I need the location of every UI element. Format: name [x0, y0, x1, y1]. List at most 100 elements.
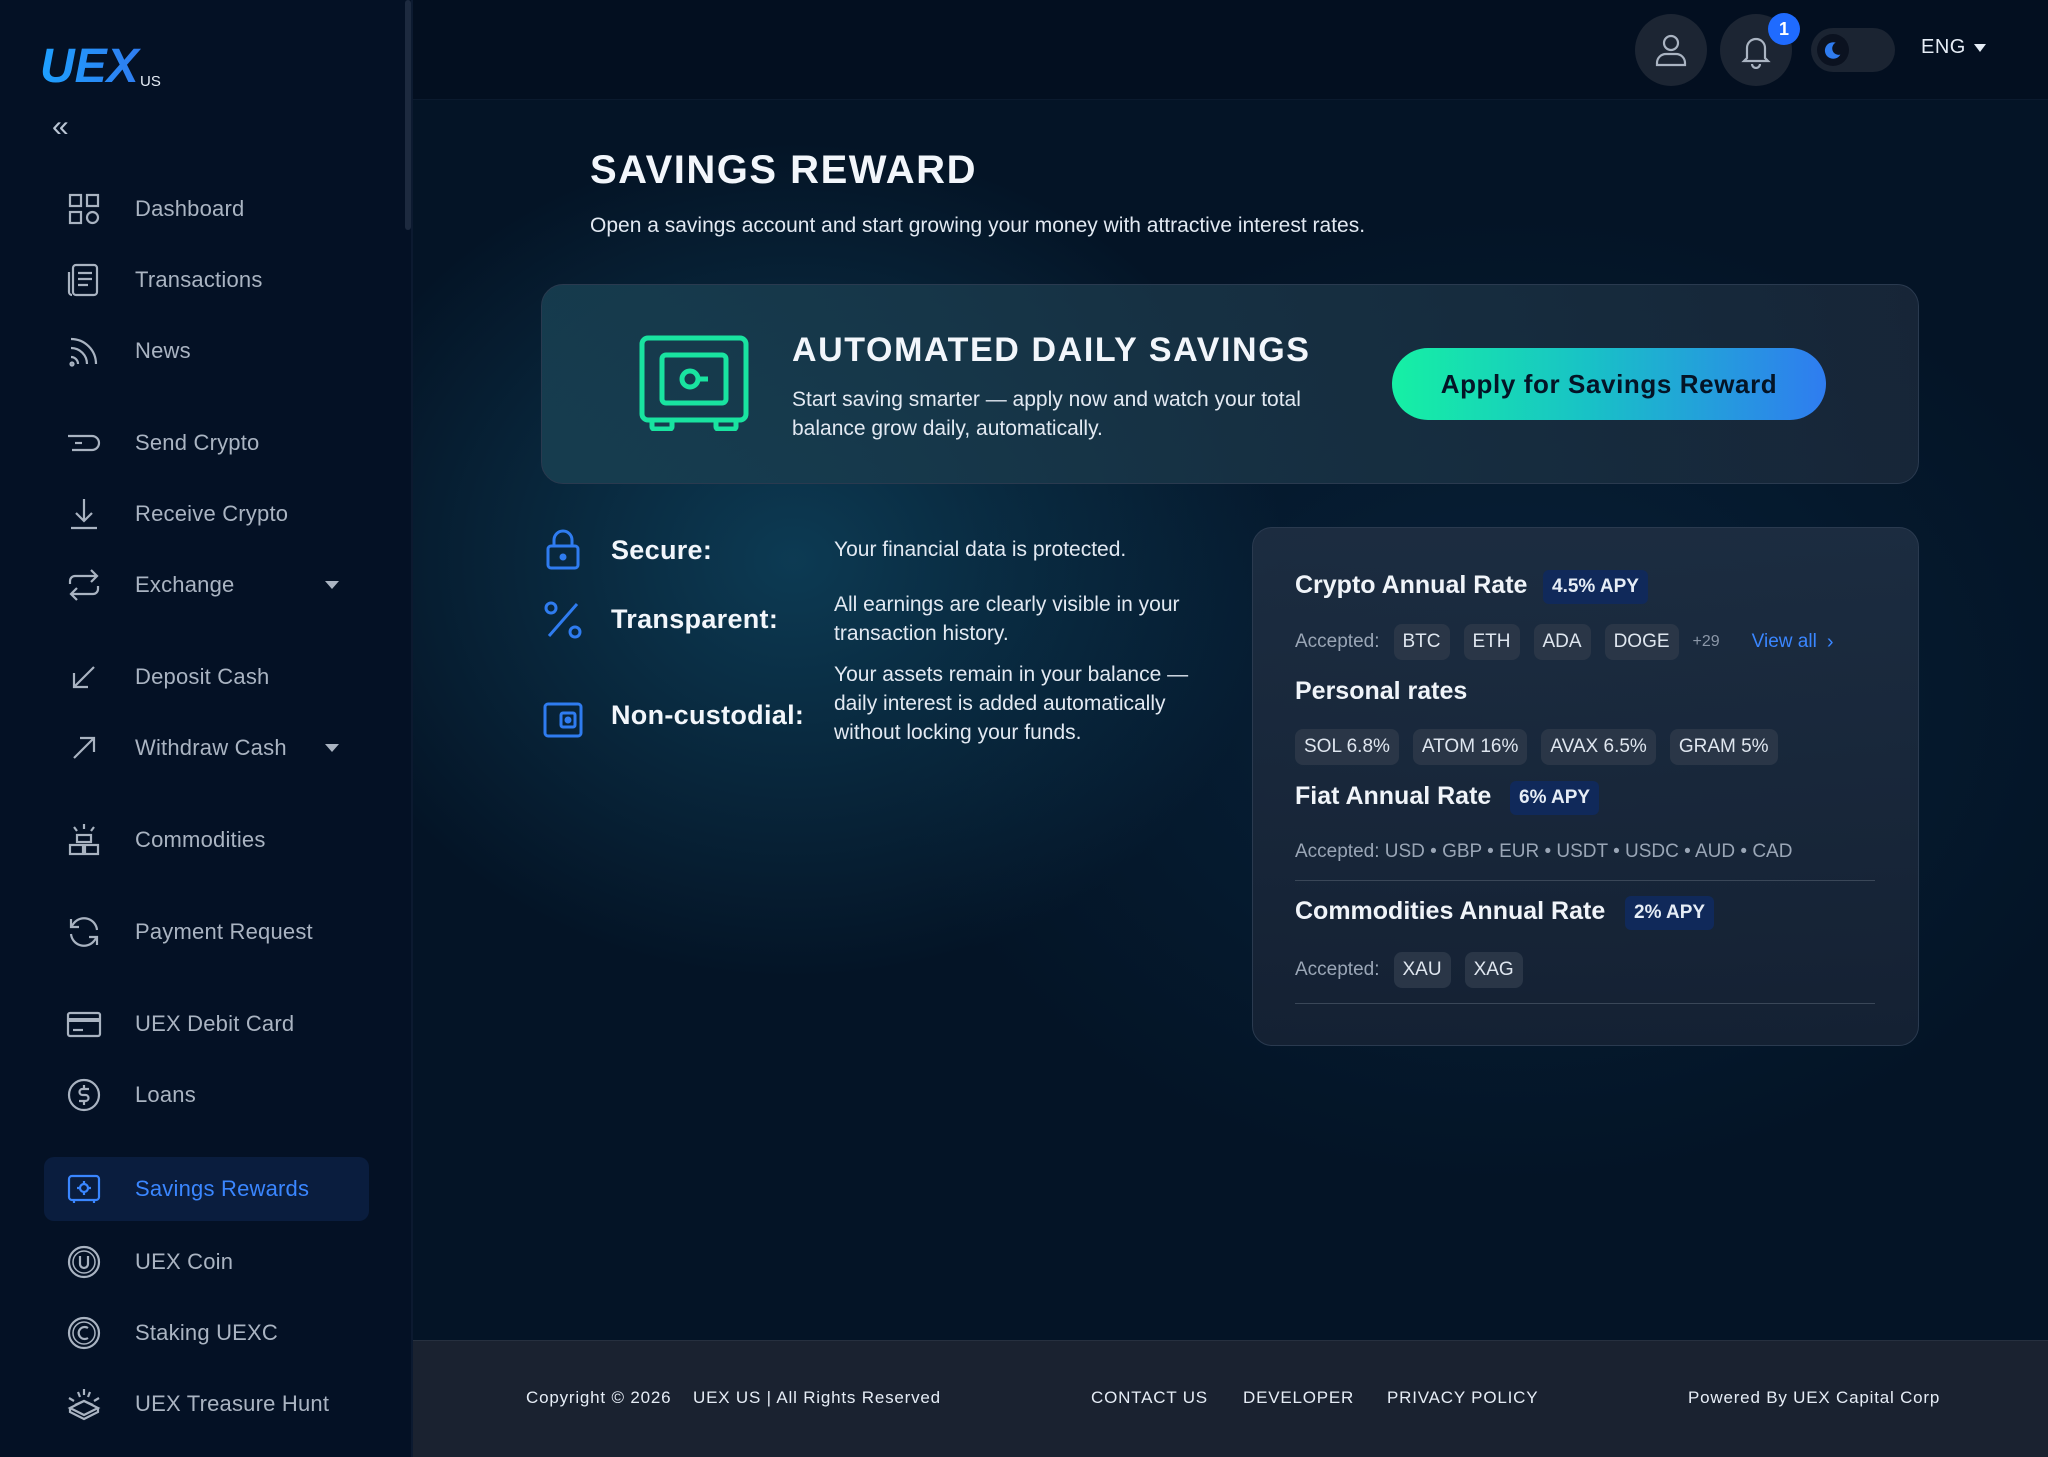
chevron-down-icon[interactable] [325, 744, 339, 752]
copyright-coin-icon [64, 1313, 104, 1353]
notification-badge: 1 [1768, 13, 1800, 45]
uex-logo[interactable]: UEX US [40, 38, 170, 93]
view-all-label: View all [1751, 631, 1817, 652]
exchange-icon [64, 565, 104, 605]
feature-description: All earnings are clearly visible in your… [834, 593, 1180, 645]
feature-secure: Secure: Your financial data is protected… [541, 527, 1231, 577]
profile-button[interactable] [1635, 14, 1707, 86]
sidebar-item-label: Loans [135, 1082, 196, 1107]
view-all-link[interactable]: View all › [1752, 631, 1834, 654]
sidebar-item-uex-treasure-hunt[interactable]: UEX Treasure Hunt [44, 1372, 369, 1436]
asset-chip: DOGE [1604, 624, 1679, 660]
svg-text:UEX: UEX [40, 40, 142, 90]
send-icon [64, 423, 104, 463]
card-icon [64, 1004, 104, 1044]
feature-non-custodial: Non-custodial: Your assets remain in you… [541, 660, 1231, 780]
feature-description: Your financial data is protected. [834, 538, 1127, 561]
contact-us-link[interactable]: CONTACT US [1091, 1388, 1208, 1408]
page-subtitle: Open a savings account and start growing… [590, 214, 1366, 237]
sidebar-item-deposit-cash[interactable]: Deposit Cash [44, 645, 369, 709]
copyright-text: Copyright © 2026 [526, 1388, 672, 1407]
sidebar-item-label: News [135, 338, 191, 363]
dollar-icon [64, 1075, 104, 1115]
banner-title: AUTOMATED DAILY SAVINGS [792, 331, 1311, 369]
language-label: ENG [1921, 36, 1966, 58]
sidebar-item-dashboard[interactable]: Dashboard [44, 177, 369, 241]
privacy-policy-link[interactable]: PRIVACY POLICY [1387, 1388, 1538, 1408]
theme-toggle[interactable] [1811, 28, 1895, 72]
crypto-apy-badge: 4.5% APY [1543, 570, 1648, 604]
wallet-icon [541, 698, 585, 742]
sidebar-item-payment-request[interactable]: Payment Request [44, 900, 369, 964]
arrow-up-right-icon [64, 728, 104, 768]
main-content: 1 ENG SAVINGS REWARD Open a savings acco… [413, 0, 2048, 1457]
safe-icon [64, 1169, 104, 1209]
sidebar: UEX US « Dashboard Transactions News Sen… [0, 0, 412, 1457]
rate-chip: SOL 6.8% [1295, 729, 1399, 765]
sidebar-item-label: Dashboard [135, 196, 245, 221]
treasure-icon [64, 1384, 104, 1424]
language-selector[interactable]: ENG [1921, 36, 1986, 59]
sidebar-item-label: Payment Request [135, 919, 313, 944]
commodities-icon [64, 820, 104, 860]
commodities-rate-title: Commodities Annual Rate [1295, 897, 1606, 925]
sidebar-item-news[interactable]: News [44, 319, 369, 383]
sidebar-item-uex-coin[interactable]: UEX Coin [44, 1230, 369, 1294]
chevron-right-icon: › [1826, 630, 1834, 653]
sidebar-item-label: Staking UEXC [135, 1320, 279, 1345]
sidebar-item-receive-crypto[interactable]: Receive Crypto [44, 482, 369, 546]
sidebar-item-label: Receive Crypto [135, 501, 289, 526]
sidebar-item-label: Deposit Cash [135, 664, 270, 689]
sidebar-item-label: Withdraw Cash [135, 735, 287, 760]
refresh-icon [64, 912, 104, 952]
powered-by-text: Powered By UEX Capital Corp [1688, 1388, 1941, 1407]
collapse-sidebar-icon[interactable]: « [52, 112, 78, 142]
page-title: SAVINGS REWARD [590, 148, 977, 192]
sidebar-item-withdraw-cash[interactable]: Withdraw Cash [44, 716, 369, 780]
accepted-label: Accepted: [1295, 959, 1380, 980]
percent-icon [541, 598, 585, 642]
user-icon [1655, 34, 1687, 67]
sidebar-item-send-crypto[interactable]: Send Crypto [44, 411, 369, 475]
asset-chip: ETH [1463, 624, 1520, 660]
apply-savings-button[interactable]: Apply for Savings Reward [1392, 348, 1826, 420]
developer-link[interactable]: DEVELOPER [1243, 1388, 1354, 1408]
sidebar-item-label: Send Crypto [135, 430, 260, 455]
sidebar-item-label: UEX Treasure Hunt [135, 1391, 330, 1416]
sidebar-item-loans[interactable]: Loans [44, 1063, 369, 1127]
divider [1295, 880, 1875, 881]
feature-name: Transparent: [611, 604, 779, 634]
rate-chip: ATOM 16% [1412, 729, 1528, 765]
rights-text: UEX US | All Rights Reserved [693, 1388, 941, 1407]
sidebar-item-label: UEX Debit Card [135, 1011, 295, 1036]
safe-icon [638, 335, 750, 432]
coin-icon [64, 1242, 104, 1282]
fiat-rate-title: Fiat Annual Rate [1295, 782, 1492, 810]
asset-chip: XAU [1393, 952, 1451, 988]
sidebar-item-exchange[interactable]: Exchange [44, 553, 369, 617]
commodities-apy-badge: 2% APY [1625, 896, 1715, 930]
sidebar-item-staking-uexc[interactable]: Staking UEXC [44, 1301, 369, 1365]
rate-chip: GRAM 5% [1669, 729, 1778, 765]
rss-icon [64, 331, 104, 371]
footer: Copyright © 2026 UEX US | All Rights Res… [413, 1340, 2048, 1457]
asset-chip: XAG [1464, 952, 1523, 988]
sidebar-item-transactions[interactable]: Transactions [44, 248, 369, 312]
rates-card: Crypto Annual Rate 4.5% APY Accepted: BT… [1252, 527, 1919, 1046]
sidebar-item-label: UEX Coin [135, 1249, 234, 1274]
sidebar-item-uex-debit-card[interactable]: UEX Debit Card [44, 992, 369, 1056]
feature-transparent: Transparent: All earnings are clearly vi… [541, 590, 1231, 660]
savings-banner: AUTOMATED DAILY SAVINGS Start saving sma… [541, 284, 1919, 484]
more-assets-count: +29 [1692, 633, 1720, 650]
asset-chip: BTC [1393, 624, 1450, 660]
divider [1295, 1003, 1875, 1004]
personal-rates-row: SOL 6.8% ATOM 16% AVAX 6.5% GRAM 5% [1295, 729, 1792, 765]
sidebar-item-savings-rewards[interactable]: Savings Rewards [44, 1157, 369, 1221]
chevron-down-icon[interactable] [325, 581, 339, 589]
sidebar-item-commodities[interactable]: Commodities [44, 808, 369, 872]
caret-down-icon [1973, 43, 1986, 52]
personal-rates-title: Personal rates [1295, 677, 1468, 705]
sidebar-item-label: Commodities [135, 827, 266, 852]
svg-text:US: US [140, 73, 161, 90]
sidebar-item-label: Transactions [135, 267, 263, 292]
